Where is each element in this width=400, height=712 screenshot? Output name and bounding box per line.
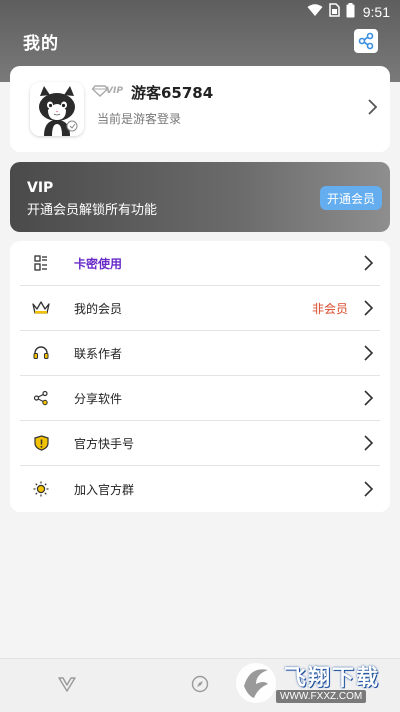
menu-item-label: 我的会员 (74, 301, 123, 316)
watermark: 飞翔下载 WWW.FXXZ.COM (232, 654, 400, 712)
chevron-right-icon (362, 434, 374, 452)
vip-badge: VIP (92, 83, 123, 99)
compass-icon (191, 675, 209, 693)
profile-card[interactable]: VIP 游客65784 当前是游客登录 (10, 66, 390, 152)
title-bar: 我的 (0, 24, 400, 58)
page-title: 我的 (23, 33, 59, 54)
menu-item-share-app[interactable]: 分享软件 (20, 376, 380, 422)
qr-card-icon (32, 254, 50, 272)
nav-home[interactable] (58, 675, 76, 697)
chevron-right-icon (362, 480, 374, 498)
crown-icon (32, 299, 50, 317)
chevron-right-icon (362, 299, 374, 317)
watermark-text: 飞翔下载 (284, 666, 381, 691)
username: 游客65784 (131, 84, 214, 102)
cat-avatar-icon (30, 82, 84, 136)
status-bar: 9:51 (0, 0, 400, 24)
v-logo-icon (58, 677, 76, 692)
status-time: 9:51 (362, 4, 390, 20)
menu-item-label: 加入官方群 (74, 482, 135, 497)
sim-icon (329, 3, 340, 21)
vip-badge-text: VIP (106, 86, 123, 96)
open-vip-button[interactable]: 开通会员 (319, 186, 382, 210)
login-status: 当前是游客登录 (97, 112, 182, 126)
wifi-icon (307, 3, 323, 21)
menu-item-card-code[interactable]: 卡密使用 (20, 241, 380, 287)
menu-item-official-kuaishou[interactable]: 官方快手号 (20, 421, 380, 467)
watermark-logo-icon (236, 663, 276, 703)
menu-item-label: 卡密使用 (74, 256, 123, 271)
vip-subtitle: 开通会员解锁所有功能 (27, 203, 158, 218)
vip-title: VIP (27, 180, 54, 196)
headset-icon (32, 344, 50, 362)
chevron-right-icon (362, 389, 374, 407)
membership-status: 非会员 (311, 301, 348, 316)
battery-icon (346, 2, 355, 22)
menu-item-join-group[interactable]: 加入官方群 (20, 466, 380, 511)
menu-item-contact-author[interactable]: 联系作者 (20, 331, 380, 377)
chevron-right-icon (362, 254, 374, 272)
sun-icon (32, 480, 50, 498)
menu-item-my-membership[interactable]: 我的会员 非会员 (20, 286, 380, 332)
share-icon (358, 32, 374, 50)
watermark-url: WWW.FXXZ.COM (276, 690, 367, 703)
nav-discover[interactable] (191, 675, 209, 697)
menu-list: 卡密使用 我的会员 非会员 联系作者 分享软件 官方快手号 加入官方群 (10, 241, 390, 512)
menu-item-label: 官方快手号 (74, 436, 135, 451)
menu-item-label: 分享软件 (74, 391, 123, 406)
shield-icon (32, 434, 50, 452)
chevron-right-icon (362, 344, 374, 362)
avatar[interactable] (30, 82, 84, 136)
share-button[interactable] (354, 29, 378, 53)
share-icon (32, 389, 50, 407)
chevron-right-icon (366, 98, 378, 120)
vip-banner[interactable]: VIP 开通会员解锁所有功能 开通会员 (10, 162, 390, 232)
menu-item-label: 联系作者 (74, 346, 123, 361)
